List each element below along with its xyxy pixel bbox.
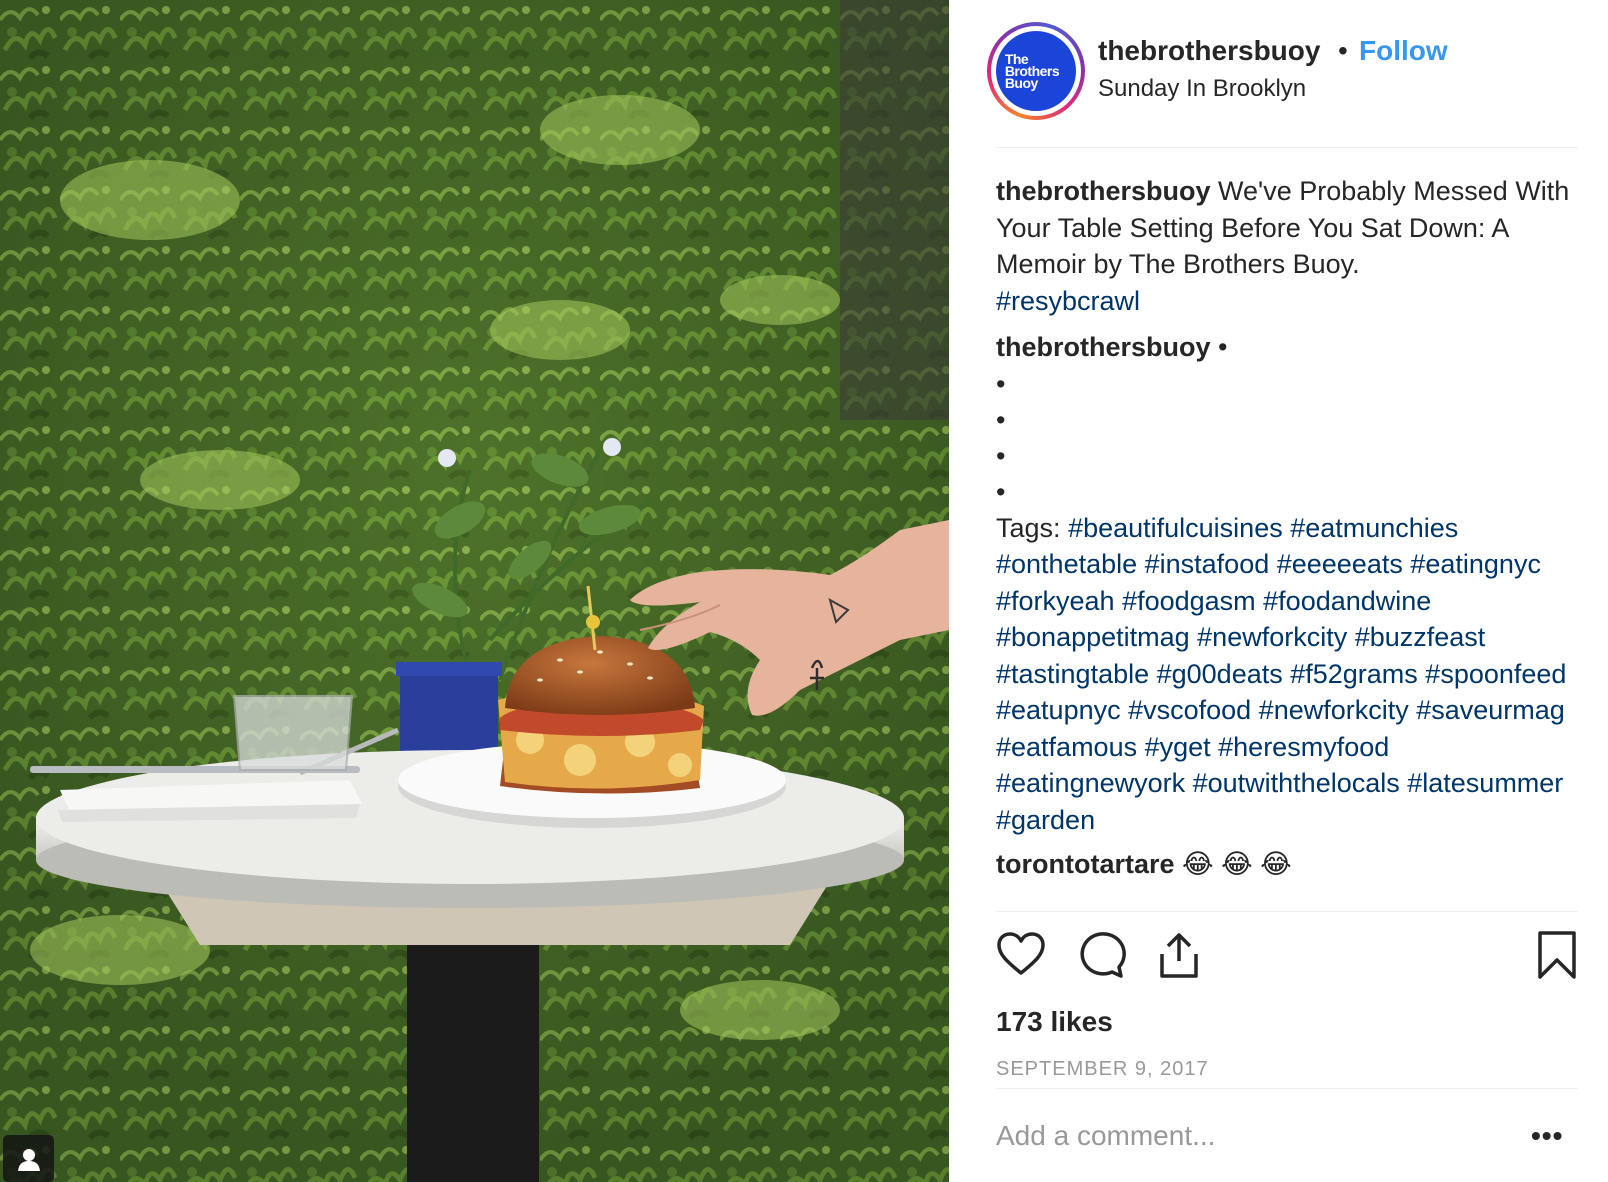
bookmark-icon[interactable] [1536,930,1578,980]
comment-text: • [1218,332,1228,362]
post-date[interactable]: SEPTEMBER 9, 2017 [996,1058,1209,1081]
tags-block: Tags: #beautifulcuisines #eatmunchies #o… [996,510,1578,839]
follow-button[interactable]: Follow [1359,35,1448,67]
comment-bullet: • [996,368,1006,399]
user-icon [17,1148,40,1171]
comment-item: thebrothersbuoy • • • • • Tags: #beautif… [996,329,1578,838]
location-link[interactable]: Sunday In Brooklyn [1098,75,1306,103]
header-separator: • [1338,35,1348,66]
more-options-button[interactable]: ••• [1531,1120,1563,1152]
comment-bullet: • [996,476,1006,507]
caption-hashtag[interactable]: #resybcrawl [996,286,1140,316]
heart-icon[interactable] [996,930,1046,980]
story-ring[interactable]: The Brothers Buoy [987,22,1085,120]
post-photo-image [0,0,949,1182]
avatar-logo-text: The Brothers Buoy [1004,51,1060,91]
comment-text: 😂 😂 😂 [1182,849,1292,879]
add-comment-input[interactable] [996,1120,1506,1152]
tags-label: Tags: [996,512,1061,543]
tagged-users-button[interactable] [3,1135,54,1182]
comment-item: torontotartare 😂 😂 😂 [996,846,1578,883]
comment-bullet: • [996,404,1006,435]
caption-comment: thebrothersbuoy We've Probably Messed Wi… [996,173,1578,319]
tags-hashtags[interactable]: #beautifulcuisines #eatmunchies #ontheta… [996,513,1566,835]
comment-username[interactable]: torontotartare [996,849,1175,879]
comment-bullet: • [996,440,1006,471]
username-link[interactable]: thebrothersbuoy [1098,35,1320,67]
post-details-panel: The Brothers Buoy thebrothersbuoy • Foll… [949,0,1608,1182]
action-bar [996,930,1578,990]
comments-divider [996,911,1578,912]
post-photo[interactable] [0,0,949,1182]
share-icon[interactable] [1154,930,1204,980]
comment-username[interactable]: thebrothersbuoy [996,332,1211,362]
comment-bubble-icon[interactable] [1076,930,1126,980]
caption-username[interactable]: thebrothersbuoy [996,176,1211,206]
avatar[interactable]: The Brothers Buoy [996,31,1076,111]
comments-list[interactable]: thebrothersbuoy We've Probably Messed Wi… [996,148,1578,910]
post-header: The Brothers Buoy thebrothersbuoy • Foll… [949,0,1608,148]
comment-box-divider [996,1088,1578,1089]
likes-count[interactable]: 173 likes [996,1006,1113,1038]
